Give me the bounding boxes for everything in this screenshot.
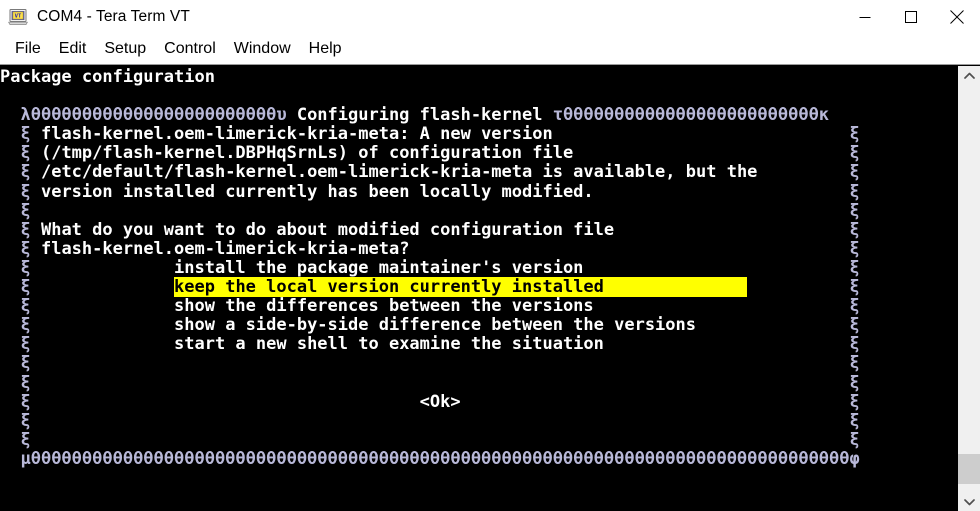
terminal-area: Package configuration λθθθθθθθθθθθθθθθθθ…	[0, 65, 980, 511]
terminal-screen[interactable]: Package configuration λθθθθθθθθθθθθθθθθθ…	[0, 66, 957, 511]
terminal-scrollbar[interactable]	[957, 66, 980, 511]
dialog-top-border: λθθθθθθθθθθθθθθθθθθθθθθθθυ Configuring f…	[20, 105, 830, 126]
menu-bar: File Edit Setup Control Window Help	[0, 34, 980, 65]
close-button[interactable]	[934, 0, 980, 34]
dialog-option-0[interactable]: ξ install the package maintainer's versi…	[0, 258, 957, 278]
menu-item-setup[interactable]: Setup	[95, 39, 155, 60]
tera-term-icon: VT	[7, 7, 29, 27]
minimize-button[interactable]	[842, 0, 888, 34]
dialog-ok-button[interactable]: ξ <Ok> ξ	[0, 392, 957, 412]
svg-text:VT: VT	[15, 14, 22, 20]
dialog-bottom-border: μθθθθθθθθθθθθθθθθθθθθθθθθθθθθθθθθθθθθθθθ…	[20, 448, 860, 469]
dialog-body-line-6: ξ flash-kernel.oem-limerick-kria-meta? ξ	[20, 238, 860, 259]
dialog-option-2[interactable]: ξ show the differences between the versi…	[0, 297, 957, 316]
terminal-header-line: Package configuration	[0, 67, 215, 87]
dialog-body-line-2: ξ /etc/default/flash-kernel.oem-limerick…	[20, 162, 860, 183]
dialog-spacer-c: ξ ξ	[20, 410, 860, 431]
scrollbar-thumb[interactable]	[958, 454, 980, 484]
menu-item-window[interactable]: Window	[225, 39, 300, 60]
scrollbar-up-button[interactable]	[958, 66, 980, 85]
menu-item-edit[interactable]: Edit	[50, 39, 96, 60]
dialog-spacer-a: ξ ξ	[20, 353, 860, 374]
window-title: COM4 - Tera Term VT	[37, 8, 190, 25]
title-bar: VT COM4 - Tera Term VT	[0, 0, 980, 34]
dialog-spacer-d: ξ ξ	[20, 429, 860, 450]
menu-item-control[interactable]: Control	[155, 39, 225, 60]
menu-item-help[interactable]: Help	[300, 39, 351, 60]
dialog-body-line-4: ξ ξ	[20, 200, 860, 221]
window-controls	[842, 0, 980, 34]
menu-item-file[interactable]: File	[6, 39, 50, 60]
dialog-body-line-1: ξ (/tmp/flash-kernel.DBPHqSrnLs) of conf…	[20, 143, 860, 164]
scrollbar-down-button[interactable]	[958, 492, 980, 511]
tera-term-window: VT COM4 - Tera Term VT File Edit Setup C…	[0, 0, 980, 511]
scrollbar-track[interactable]	[958, 85, 980, 492]
dialog-spacer-b: ξ ξ	[20, 372, 860, 393]
maximize-button[interactable]	[888, 0, 934, 34]
dialog-body-line-3: ξ version installed currently has been l…	[20, 181, 860, 202]
dialog-body-line-5: ξ What do you want to do about modified …	[20, 219, 860, 240]
dialog-body-line-0: ξ flash-kernel.oem-limerick-kria-meta: A…	[20, 124, 860, 145]
dialog-option-4[interactable]: ξ start a new shell to examine the situa…	[0, 335, 957, 354]
dialog-option-1[interactable]: ξ keep the local version currently insta…	[0, 277, 957, 298]
dialog-option-3[interactable]: ξ show a side-by-side difference between…	[0, 316, 957, 335]
